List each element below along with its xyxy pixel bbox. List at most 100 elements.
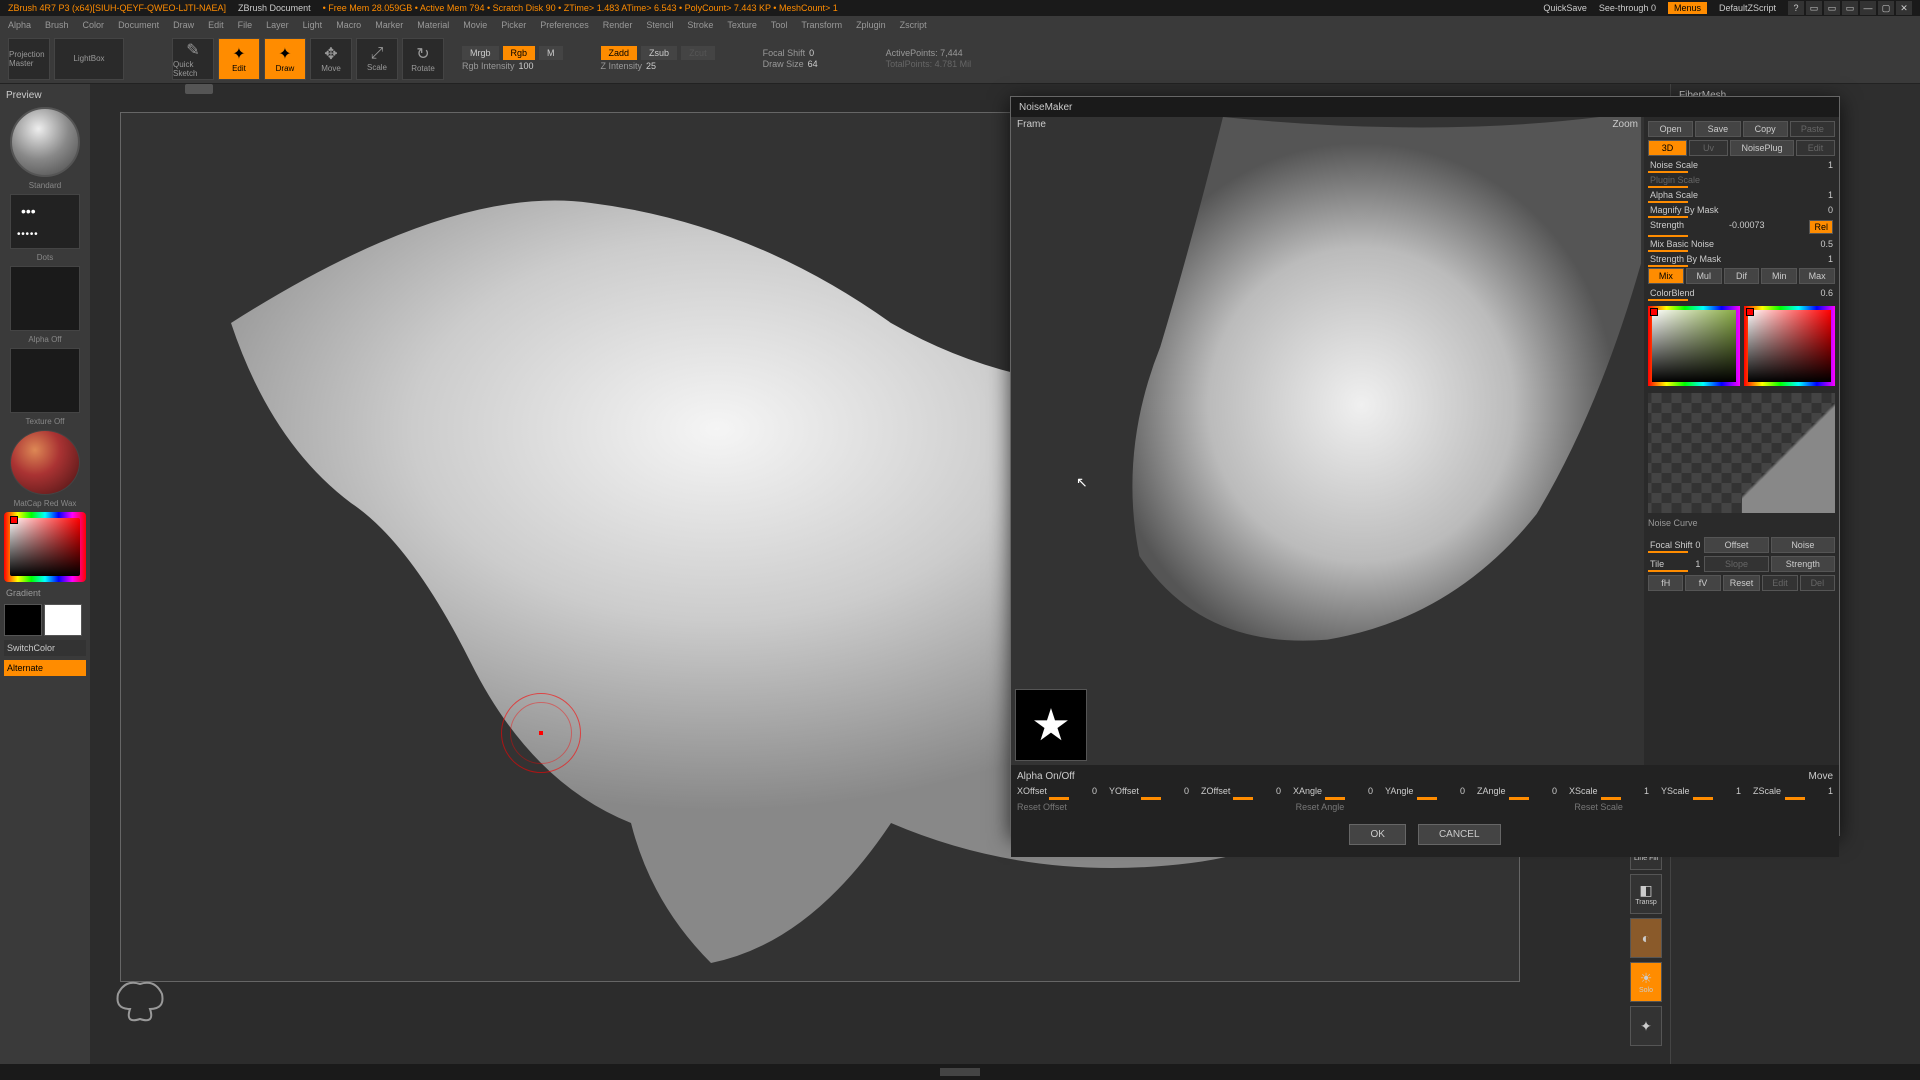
m-button[interactable]: M bbox=[539, 46, 563, 60]
minimize-icon[interactable]: — bbox=[1860, 1, 1876, 15]
yscale-slider[interactable]: YScale1 bbox=[1661, 786, 1741, 796]
menu-zscript[interactable]: Zscript bbox=[900, 20, 927, 30]
zoffset-slider[interactable]: ZOffset0 bbox=[1201, 786, 1281, 796]
mix-basic-slider[interactable]: Mix Basic Noise0.5 bbox=[1648, 238, 1835, 250]
color-picker-1[interactable] bbox=[1648, 306, 1740, 386]
menu-marker[interactable]: Marker bbox=[375, 20, 403, 30]
max-button[interactable]: Max bbox=[1799, 268, 1835, 284]
dif-button[interactable]: Dif bbox=[1724, 268, 1760, 284]
xoffset-slider[interactable]: XOffset0 bbox=[1017, 786, 1097, 796]
fv-button[interactable]: fV bbox=[1685, 575, 1720, 591]
noiseplug-button[interactable]: NoisePlug bbox=[1730, 140, 1794, 156]
rel-button[interactable]: Rel bbox=[1809, 220, 1833, 234]
edit2-button[interactable]: Edit bbox=[1762, 575, 1797, 591]
edit-button[interactable]: Edit bbox=[1796, 140, 1835, 156]
zangle-slider[interactable]: ZAngle0 bbox=[1477, 786, 1557, 796]
move-label[interactable]: Move bbox=[1809, 771, 1833, 782]
brush-thumbnail[interactable] bbox=[10, 107, 80, 177]
noise-scale-slider[interactable]: Noise Scale1 bbox=[1648, 159, 1835, 171]
strength2-button[interactable]: Strength bbox=[1771, 556, 1835, 572]
reset-scale-button[interactable]: Reset Scale bbox=[1574, 802, 1833, 812]
save-button[interactable]: Save bbox=[1695, 121, 1740, 137]
transp-button[interactable]: ◧Transp bbox=[1630, 874, 1662, 914]
color-picker[interactable] bbox=[4, 512, 86, 582]
stroke-thumbnail[interactable] bbox=[10, 194, 80, 249]
offset-button[interactable]: Offset bbox=[1704, 537, 1768, 553]
zscale-slider[interactable]: ZScale1 bbox=[1753, 786, 1833, 796]
menu-preferences[interactable]: Preferences bbox=[540, 20, 589, 30]
xscale-slider[interactable]: XScale1 bbox=[1569, 786, 1649, 796]
zcut-button[interactable]: Zcut bbox=[681, 46, 715, 60]
min-button[interactable]: Min bbox=[1761, 268, 1797, 284]
alpha-thumbnail[interactable]: ★ bbox=[1015, 689, 1087, 761]
zsub-button[interactable]: Zsub bbox=[641, 46, 677, 60]
menu-texture[interactable]: Texture bbox=[727, 20, 757, 30]
alpha-onoff-label[interactable]: Alpha On/Off bbox=[1017, 771, 1075, 782]
focal-shift-slider[interactable]: Focal Shift 0 bbox=[1648, 539, 1702, 551]
edit-button[interactable]: ✦Edit bbox=[218, 38, 260, 80]
grip-handle[interactable] bbox=[940, 1068, 980, 1076]
mul-button[interactable]: Mul bbox=[1686, 268, 1722, 284]
rgb-button[interactable]: Rgb bbox=[503, 46, 536, 60]
noise-button[interactable]: Noise bbox=[1771, 537, 1835, 553]
menu-brush[interactable]: Brush bbox=[45, 20, 69, 30]
ok-button[interactable]: OK bbox=[1349, 824, 1405, 845]
menu-material[interactable]: Material bbox=[417, 20, 449, 30]
xangle-slider[interactable]: XAngle0 bbox=[1293, 786, 1373, 796]
xpose-button[interactable]: ✦ bbox=[1630, 1006, 1662, 1046]
menu-file[interactable]: File bbox=[238, 20, 253, 30]
divider-handle[interactable] bbox=[185, 84, 213, 94]
menu-edit[interactable]: Edit bbox=[208, 20, 224, 30]
menus-button[interactable]: Menus bbox=[1668, 2, 1707, 14]
menu-document[interactable]: Document bbox=[118, 20, 159, 30]
menu-color[interactable]: Color bbox=[83, 20, 105, 30]
del-button[interactable]: Del bbox=[1800, 575, 1835, 591]
menu-macro[interactable]: Macro bbox=[336, 20, 361, 30]
strength-mask-slider[interactable]: Strength By Mask1 bbox=[1648, 253, 1835, 265]
default-script[interactable]: DefaultZScript bbox=[1719, 3, 1776, 13]
solo-button[interactable]: ☀Solo bbox=[1630, 962, 1662, 1002]
scale-button[interactable]: ⤢Scale bbox=[356, 38, 398, 80]
alpha-scale-slider[interactable]: Alpha Scale1 bbox=[1648, 189, 1835, 201]
cancel-button[interactable]: CANCEL bbox=[1418, 824, 1501, 845]
reset-offset-button[interactable]: Reset Offset bbox=[1017, 802, 1276, 812]
noise-curve-graph[interactable] bbox=[1648, 393, 1835, 513]
strength-slider[interactable]: Strength-0.00073Rel bbox=[1648, 219, 1835, 235]
menu-transform[interactable]: Transform bbox=[801, 20, 842, 30]
copy-button[interactable]: Copy bbox=[1743, 121, 1788, 137]
colorblend-slider[interactable]: ColorBlend0.6 bbox=[1648, 287, 1835, 299]
menu-picker[interactable]: Picker bbox=[501, 20, 526, 30]
menu-movie[interactable]: Movie bbox=[463, 20, 487, 30]
help-icon[interactable]: ? bbox=[1788, 1, 1804, 15]
menu-light[interactable]: Light bbox=[303, 20, 323, 30]
lightbox-button[interactable]: LightBox bbox=[54, 38, 124, 80]
primary-color[interactable] bbox=[44, 604, 82, 636]
alternate-button[interactable]: Alternate bbox=[4, 660, 86, 676]
texture-thumbnail[interactable] bbox=[10, 348, 80, 413]
menu-alpha[interactable]: Alpha bbox=[8, 20, 31, 30]
alpha-thumbnail[interactable] bbox=[10, 266, 80, 331]
yoffset-slider[interactable]: YOffset0 bbox=[1109, 786, 1189, 796]
mrgb-button[interactable]: Mrgb bbox=[462, 46, 499, 60]
menu-tool[interactable]: Tool bbox=[771, 20, 788, 30]
reset-button[interactable]: Reset bbox=[1723, 575, 1761, 591]
zadd-button[interactable]: Zadd bbox=[601, 46, 638, 60]
tile-slider[interactable]: Tile 1 bbox=[1648, 558, 1702, 570]
menu-zplugin[interactable]: Zplugin bbox=[856, 20, 886, 30]
move-button[interactable]: ✥Move bbox=[310, 38, 352, 80]
fh-button[interactable]: fH bbox=[1648, 575, 1683, 591]
mix-button[interactable]: Mix bbox=[1648, 268, 1684, 284]
maximize-icon[interactable]: ▢ bbox=[1878, 1, 1894, 15]
magnify-slider[interactable]: Magnify By Mask0 bbox=[1648, 204, 1835, 216]
switchcolor-button[interactable]: SwitchColor bbox=[4, 640, 86, 656]
color-picker-2[interactable] bbox=[1744, 306, 1836, 386]
win-btn-1[interactable]: ▭ bbox=[1806, 1, 1822, 15]
paste-button[interactable]: Paste bbox=[1790, 121, 1835, 137]
uv-button[interactable]: Uv bbox=[1689, 140, 1728, 156]
secondary-color[interactable] bbox=[4, 604, 42, 636]
ghost-button[interactable]: ◐ bbox=[1630, 918, 1662, 958]
draw-button[interactable]: ✦Draw bbox=[264, 38, 306, 80]
menu-layer[interactable]: Layer bbox=[266, 20, 289, 30]
close-icon[interactable]: ✕ bbox=[1896, 1, 1912, 15]
win-btn-2[interactable]: ▭ bbox=[1824, 1, 1840, 15]
